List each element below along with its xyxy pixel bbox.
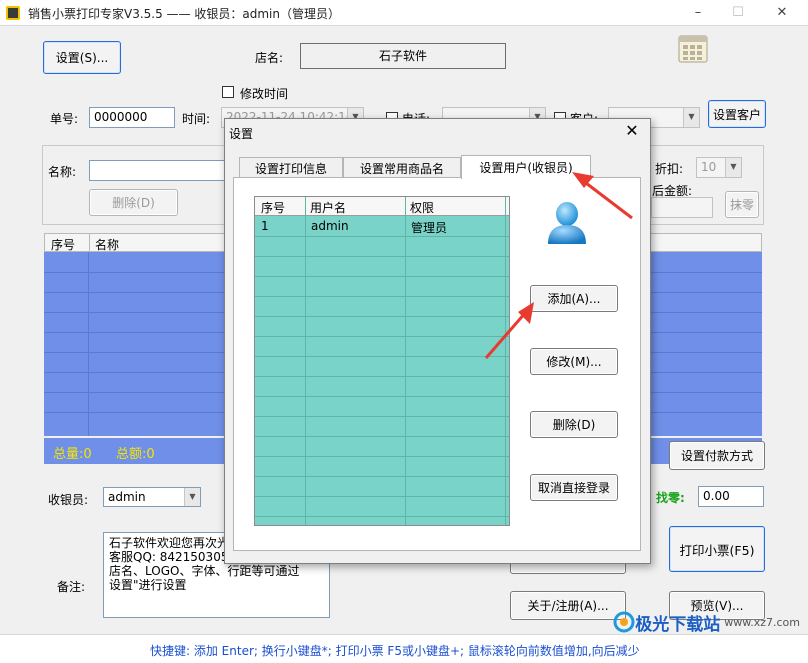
edit-user-button[interactable]: 修改(M)... (530, 348, 618, 375)
minimize-icon[interactable]: – (680, 2, 716, 24)
discount-combo[interactable]: 10 ▼ (696, 157, 742, 178)
dropdown-arrow-icon[interactable]: ▼ (725, 158, 741, 177)
note-label: 备注: (57, 580, 86, 594)
dropdown-arrow-icon[interactable]: ▼ (683, 108, 699, 127)
item-name-label: 名称: (48, 165, 77, 179)
dialog-close-icon[interactable]: ✕ (622, 121, 642, 141)
app-icon (6, 6, 20, 20)
discount-value: 10 (701, 160, 717, 174)
user-grid[interactable]: 序号 用户名 权限 1 admin 管理员 (254, 196, 510, 526)
user-grid-header-role: 权限 (410, 201, 435, 215)
watermark-icon (613, 611, 635, 633)
after-amount-field[interactable] (651, 197, 713, 218)
set-customer-button[interactable]: 设置客户 (708, 100, 766, 128)
user-grid-header-name: 用户名 (310, 201, 347, 215)
settings-dialog: 设置 ✕ 设置打印信息 设置常用商品名 设置用户(收银员) 序号 用户名 权限 … (224, 118, 651, 564)
shortcut-hint: 快捷键: 添加 Enter; 换行小键盘*; 打印小票 F5或小键盘+; 鼠标滚… (150, 644, 640, 658)
delete-user-button[interactable]: 删除(D) (530, 411, 618, 438)
delete-item-button[interactable]: 删除(D) (89, 189, 178, 216)
note-line-4: 设置"进行设置 (109, 578, 187, 592)
maximize-icon[interactable]: ☐ (720, 2, 756, 24)
modify-time-label: 修改时间 (240, 87, 289, 101)
change-field[interactable]: 0.00 (698, 486, 764, 507)
note-line-3: 店名、LOGO、字体、行距等可通过 (109, 564, 300, 578)
erase-button[interactable]: 抹零 (725, 191, 759, 218)
change-label: 找零: (656, 491, 685, 505)
store-name-field[interactable]: 石子软件 (300, 43, 506, 69)
user-row[interactable]: 1 admin 管理员 (255, 217, 509, 236)
print-receipt-button[interactable]: 打印小票(F5) (669, 526, 765, 572)
calculator-icon[interactable] (677, 32, 709, 64)
cashier-combo[interactable]: admin ▼ (103, 487, 201, 507)
total-amount: 总额:0 (116, 447, 155, 462)
tab-users[interactable]: 设置用户(收银员) (461, 155, 591, 179)
cashier-label: 收银员: (48, 493, 89, 507)
dialog-title: 设置 (229, 127, 254, 141)
settings-button[interactable]: 设置(S)... (43, 41, 121, 74)
grid-header-no: 序号 (51, 238, 76, 252)
order-no-field[interactable]: 0000000 (89, 107, 175, 128)
dropdown-arrow-icon[interactable]: ▼ (184, 488, 200, 506)
total-qty: 总量:0 (53, 447, 92, 462)
about-register-button[interactable]: 关于/注册(A)... (510, 591, 626, 620)
watermark-domain: www.xz7.com (724, 615, 800, 629)
store-label: 店名: (255, 51, 284, 65)
item-name-field[interactable] (89, 160, 229, 181)
order-no-label: 单号: (50, 112, 79, 126)
user-grid-header: 序号 用户名 权限 (255, 197, 509, 216)
tab-common-products[interactable]: 设置常用商品名 (343, 157, 461, 179)
window-title: 销售小票打印专家V3.5.5 —— 收银员：admin（管理员） (28, 7, 340, 21)
watermark-logo: 极光下载站 www.xz7.com (613, 610, 800, 635)
user-row-name: admin (311, 219, 349, 233)
status-bar: 快捷键: 添加 Enter; 换行小键盘*; 打印小票 F5或小键盘+; 鼠标滚… (0, 634, 808, 663)
set-payment-button[interactable]: 设置付款方式 (669, 441, 765, 470)
cancel-direct-login-button[interactable]: 取消直接登录 (530, 474, 618, 501)
close-icon[interactable]: ✕ (764, 2, 800, 24)
modify-time-checkbox[interactable] (222, 86, 234, 98)
user-row-no: 1 (261, 219, 269, 233)
add-user-button[interactable]: 添加(A)... (530, 285, 618, 312)
user-grid-header-no: 序号 (261, 201, 286, 215)
user-avatar-icon (545, 199, 589, 245)
grid-header-name: 名称 (95, 238, 120, 252)
discount-label: 折扣: (655, 162, 684, 176)
user-row-role: 管理员 (411, 221, 448, 235)
tab-print-info[interactable]: 设置打印信息 (239, 157, 343, 179)
watermark-text: 极光下载站 (635, 614, 721, 635)
title-bar: 销售小票打印专家V3.5.5 —— 收银员：admin（管理员） – ☐ ✕ (0, 0, 808, 26)
time-label: 时间: (182, 112, 211, 126)
cashier-value: admin (108, 490, 146, 504)
